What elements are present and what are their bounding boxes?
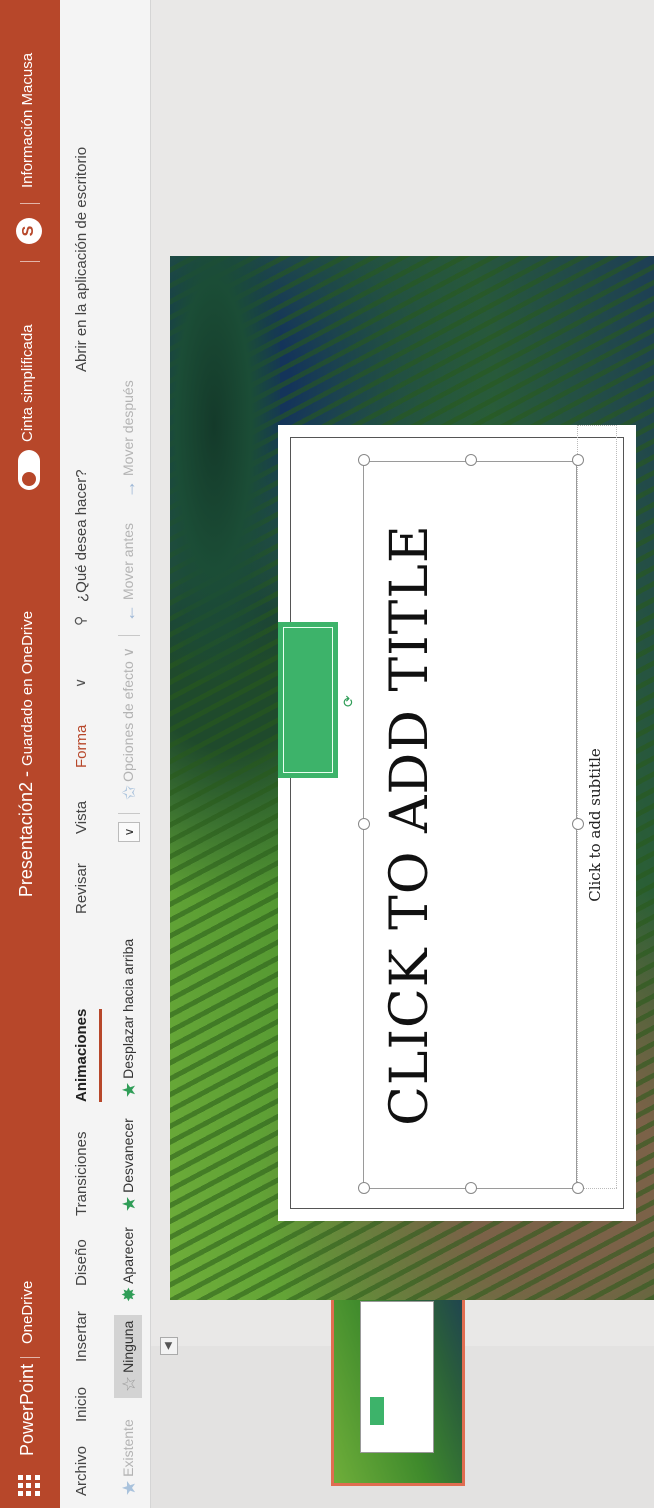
- resize-handle[interactable]: [358, 454, 370, 466]
- tab-insertar[interactable]: Insertar: [73, 1311, 90, 1362]
- animation-ninguna[interactable]: ☆ Ninguna: [114, 1314, 142, 1398]
- skype-icon[interactable]: S: [16, 218, 42, 244]
- move-later-button[interactable]: → Mover después: [114, 380, 142, 498]
- open-desktop-app-link[interactable]: Abrir en la aplicación de escritorio: [73, 147, 90, 372]
- slide-thumbnail-panel: 1: [151, 1266, 654, 1508]
- animation-desplazar-arriba[interactable]: ★ Desplazar hacia arriba: [114, 939, 142, 1098]
- existente-label: Existente: [120, 1419, 136, 1477]
- simplified-ribbon-toggle[interactable]: [18, 450, 40, 490]
- desplazar-label: Desplazar hacia arriba: [120, 938, 136, 1079]
- animation-desvanecer[interactable]: ★ Desvanecer: [114, 1118, 142, 1212]
- resize-handle[interactable]: [465, 1182, 477, 1194]
- scroll-left-icon[interactable]: ◀: [160, 1337, 178, 1355]
- thumbnail-shape: [370, 1397, 384, 1425]
- tab-transiciones[interactable]: Transiciones: [73, 1132, 90, 1216]
- tell-me-search[interactable]: ¿Qué desea hacer?: [73, 469, 90, 602]
- tab-archivo[interactable]: Archivo: [73, 1446, 90, 1496]
- resize-handle[interactable]: [572, 818, 584, 830]
- star-icon: ★: [119, 1479, 140, 1496]
- arrow-right-icon: →: [119, 480, 140, 498]
- more-tabs-chevron-icon[interactable]: ∨: [72, 678, 89, 688]
- ninguna-label: Ninguna: [120, 1320, 136, 1373]
- tab-animaciones[interactable]: Animaciones: [73, 1009, 90, 1102]
- animations-command-bar: ★ Existente ☆ Ninguna ✸ Aparecer ★ Desvanece…: [106, 0, 151, 1508]
- title-dash: -: [16, 771, 36, 778]
- user-name[interactable]: Información Macusa: [19, 53, 36, 188]
- tab-forma[interactable]: Forma: [73, 725, 90, 768]
- resize-handle[interactable]: [572, 454, 584, 466]
- desvanecer-label: Desvanecer: [120, 1118, 136, 1193]
- fly-in-star-icon: ★: [119, 1081, 140, 1098]
- move-earlier-button[interactable]: ← Mover antes: [114, 523, 142, 622]
- divider: [118, 813, 140, 814]
- tab-vista[interactable]: Vista: [73, 801, 90, 834]
- green-accent-shape[interactable]: [278, 622, 338, 778]
- mover-antes-label: Mover antes: [120, 522, 136, 600]
- slide-canvas[interactable]: CLICK TO ADD TITLE Click to add subtitle…: [170, 256, 654, 1300]
- lightbulb-icon: ⚲: [72, 615, 88, 626]
- animation-existente: ★ Existente: [114, 1419, 142, 1496]
- effect-options-button[interactable]: ✩ Opciones de efecto ∨: [114, 647, 142, 800]
- save-status: Guardado en OneDrive: [19, 610, 36, 766]
- gallery-expand-chevron-icon[interactable]: ∨: [118, 822, 140, 842]
- resize-handle[interactable]: [358, 818, 370, 830]
- title-bar: PowerPoint OneDrive Presentación2 - Guar…: [0, 0, 60, 1508]
- tab-inicio[interactable]: Inicio: [73, 1387, 90, 1422]
- powerpoint-window: PowerPoint OneDrive Presentación2 - Guar…: [0, 0, 654, 1508]
- arrow-left-icon: ←: [119, 604, 140, 622]
- resize-handle[interactable]: [465, 454, 477, 466]
- divider: [20, 261, 40, 262]
- star-outline-icon: ☆: [119, 1375, 140, 1392]
- slide-subtitle[interactable]: Click to add subtitle: [586, 461, 604, 1189]
- opciones-label: Opciones de efecto ∨: [120, 647, 136, 782]
- resize-handle[interactable]: [358, 1182, 370, 1194]
- aparecer-label: Aparecer: [120, 1227, 136, 1284]
- fade-star-icon: ★: [119, 1195, 140, 1212]
- tab-diseno[interactable]: Diseño: [73, 1239, 90, 1286]
- thumbnail-title-box: [360, 1301, 434, 1453]
- animation-aparecer[interactable]: ✸ Aparecer: [114, 1227, 142, 1302]
- effect-options-icon: ✩: [119, 784, 140, 800]
- mover-despues-label: Mover después: [120, 380, 136, 476]
- appear-star-icon: ✸: [119, 1286, 140, 1302]
- rotate-handle-icon[interactable]: ⟳: [340, 695, 357, 707]
- resize-handle[interactable]: [572, 1182, 584, 1194]
- ribbon-tabs: Archivo Inicio Insertar Diseño Transicio…: [60, 0, 106, 1508]
- simplified-ribbon-label: Cinta simplificada: [19, 324, 36, 442]
- slide-title[interactable]: CLICK TO ADD TITLE: [363, 461, 443, 1189]
- divider: [20, 203, 40, 204]
- document-name[interactable]: Presentación2: [16, 782, 36, 897]
- slide-background-image: [170, 256, 280, 680]
- divider: [118, 635, 140, 636]
- tab-revisar[interactable]: Revisar: [73, 863, 90, 914]
